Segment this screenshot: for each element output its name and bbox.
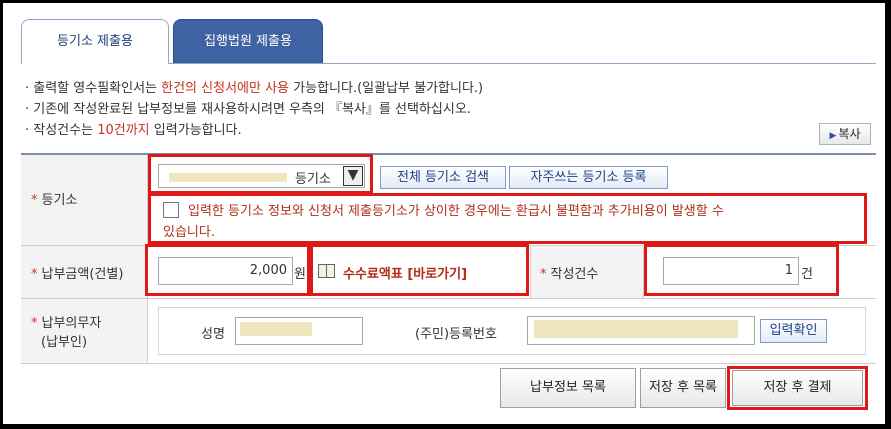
count-label: * 작성건수 bbox=[540, 263, 598, 282]
button-label: 전체 등기소 검색 bbox=[397, 170, 489, 185]
reg-number-label: (주민)등록번호 bbox=[415, 327, 497, 342]
active-tab-gap bbox=[22, 62, 168, 64]
registry-confirm-checkbox[interactable] bbox=[163, 202, 179, 218]
payer-label: * 납부의무자 bbox=[31, 312, 101, 331]
arrow-right-icon: ▶ bbox=[829, 131, 837, 141]
save-then-list-button[interactable]: 저장 후 목록 bbox=[640, 368, 726, 408]
tab-enforcement-court[interactable]: 집행법원 제출용 bbox=[173, 19, 323, 63]
required-icon: * bbox=[540, 267, 547, 282]
payer-label-text: 납부의무자 bbox=[41, 316, 102, 331]
amount-label: * 납부금액(건별) bbox=[31, 263, 123, 282]
button-label: 납부정보 목록 bbox=[530, 380, 606, 395]
row-divider bbox=[21, 298, 876, 299]
redacted-value bbox=[534, 320, 738, 338]
registry-select-value: 등기소 bbox=[295, 172, 331, 187]
notice-text: · 작성건수는 bbox=[25, 123, 98, 138]
notice-text: 가능합니다.(일괄납부 불가합니다.) bbox=[289, 81, 484, 96]
tab-label: 집행법원 제출용 bbox=[204, 34, 292, 49]
tab-label: 등기소 제출용 bbox=[57, 34, 133, 49]
notice-line-1: · 출력할 영수필확인서는 한건의 신청서에만 사용 가능합니다.(일괄납부 불… bbox=[25, 77, 483, 96]
book-spine bbox=[326, 265, 327, 277]
save-then-pay-button[interactable]: 저장 후 결제 bbox=[732, 370, 863, 406]
notice-line-3: · 작성건수는 10건까지 입력가능합니다. bbox=[25, 119, 242, 138]
search-all-registry-button[interactable]: 전체 등기소 검색 bbox=[380, 166, 506, 189]
required-icon: * bbox=[31, 193, 38, 208]
name-input[interactable] bbox=[235, 317, 363, 345]
amount-unit: 원 bbox=[294, 267, 306, 282]
confirm-input-button[interactable]: 입력확인 bbox=[760, 319, 827, 343]
registry-warning-line-2: 있습니다. bbox=[163, 225, 215, 240]
notice-line-2: · 기존에 작성완료된 납부정보를 재사용하시려면 우측의 『복사』를 선택하십… bbox=[25, 98, 471, 117]
fee-table-link[interactable]: 수수료액표 [바로가기] bbox=[343, 263, 467, 282]
notice-highlight: 한건의 신청서에만 사용 bbox=[161, 81, 290, 96]
amount-label-text: 납부금액(건별) bbox=[41, 267, 124, 282]
notice-text: · 출력할 영수필확인서는 bbox=[25, 81, 162, 96]
column-divider bbox=[530, 246, 531, 298]
notice-text: · 기존에 작성완료된 납부정보를 재사용하시려면 우측의 『복사』를 선택하십… bbox=[25, 102, 471, 117]
row-divider bbox=[21, 363, 876, 364]
chevron-down-icon: ▼ bbox=[343, 166, 363, 186]
name-label: 성명 bbox=[201, 327, 225, 342]
button-label: 저장 후 결제 bbox=[763, 380, 832, 395]
required-icon: * bbox=[31, 316, 38, 331]
redacted-value bbox=[169, 173, 287, 182]
registry-warning-line-1: 입력한 등기소 정보와 신청서 제출등기소가 상이한 경우에는 환급시 불편함과… bbox=[188, 204, 724, 219]
payment-form-window: 등기소 제출용 집행법원 제출용 · 출력할 영수필확인서는 한건의 신청서에만… bbox=[3, 3, 885, 424]
button-label: 자주쓰는 등기소 등록 bbox=[530, 170, 647, 185]
button-label: 저장 후 목록 bbox=[648, 380, 718, 395]
count-input[interactable]: 1 bbox=[663, 257, 799, 285]
register-favorite-registry-button[interactable]: 자주쓰는 등기소 등록 bbox=[509, 166, 668, 189]
payer-label-sub: (납부인) bbox=[41, 335, 88, 350]
book-icon bbox=[318, 264, 335, 278]
tab-registry-office[interactable]: 등기소 제출용 bbox=[21, 19, 169, 64]
notice-highlight: 10건까지 bbox=[97, 123, 150, 138]
amount-input[interactable]: 2,000 bbox=[158, 257, 293, 285]
required-icon: * bbox=[31, 267, 38, 282]
redacted-value bbox=[240, 322, 312, 336]
payment-list-button[interactable]: 납부정보 목록 bbox=[500, 368, 636, 408]
reg-number-input[interactable] bbox=[527, 316, 755, 345]
copy-button-label: 복사 bbox=[838, 127, 861, 141]
count-label-text: 작성건수 bbox=[550, 267, 599, 282]
registry-label: * 등기소 bbox=[31, 189, 77, 208]
registry-label-text: 등기소 bbox=[41, 193, 78, 208]
notice-text: 입력가능합니다. bbox=[149, 123, 242, 138]
registry-select[interactable]: 등기소 ▼ bbox=[158, 164, 365, 188]
button-label: 입력확인 bbox=[769, 323, 818, 338]
copy-button[interactable]: ▶ 복사 bbox=[819, 123, 871, 145]
count-unit: 건 bbox=[801, 267, 813, 282]
